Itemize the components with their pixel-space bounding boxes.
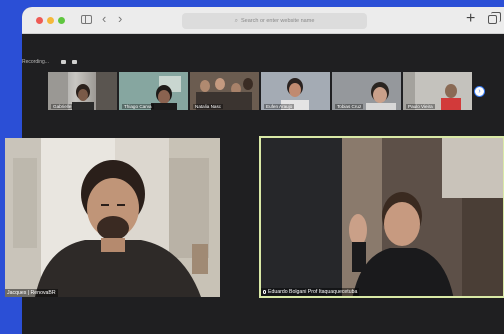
stop-recording-icon[interactable]: [72, 60, 77, 64]
participant-name: Eduardo Bolgani Prof Itaquaquecetuba: [268, 289, 358, 295]
minimize-window-button[interactable]: [47, 17, 54, 24]
participant-name: Thiago Carva: [122, 104, 154, 109]
close-window-button[interactable]: [36, 17, 43, 24]
participant-thumbnail[interactable]: Tobias Cruz: [332, 72, 401, 110]
tab-overview-icon[interactable]: [488, 12, 501, 24]
participant-name: Jacques | RenovaBR: [5, 289, 58, 297]
participant-thumbnail[interactable]: Gabrielle: [48, 72, 117, 110]
participant-name: Tobias Cruz: [335, 104, 364, 109]
recording-status: Recording...: [22, 59, 49, 65]
browser-toolbar: ‹ › ⌕ Search or enter website name +: [22, 7, 504, 34]
back-arrow-icon[interactable]: ‹: [102, 12, 106, 26]
search-icon: ⌕: [234, 17, 238, 24]
new-tab-icon[interactable]: +: [466, 10, 475, 28]
participant-thumbnail[interactable]: Eufen Araujo: [261, 72, 330, 110]
video-tile-left[interactable]: Jacques | RenovaBR: [5, 138, 220, 297]
participant-video: [5, 138, 220, 297]
participant-name: Natalia Nasc: [193, 104, 224, 109]
participant-name-label: Eduardo Bolgani Prof Itaquaquecetuba: [261, 288, 360, 296]
participant-thumbnail[interactable]: Thiago Carva: [119, 72, 188, 110]
address-bar-placeholder: Search or enter website name: [241, 18, 315, 24]
participant-name: Paulo Vieira: [406, 104, 435, 109]
participant-name: Eufen Araujo: [264, 104, 295, 109]
address-bar[interactable]: ⌕ Search or enter website name: [182, 13, 367, 29]
maximize-window-button[interactable]: [58, 17, 65, 24]
video-tile-active-speaker[interactable]: Eduardo Bolgani Prof Itaquaquecetuba: [259, 136, 504, 298]
pause-recording-icon[interactable]: [61, 60, 66, 64]
participant-name: Gabrielle: [51, 104, 74, 109]
participant-thumbnail[interactable]: Natalia Nasc: [190, 72, 259, 110]
strip-next-button[interactable]: ›: [474, 86, 485, 97]
sidebar-toggle-icon[interactable]: [81, 15, 92, 24]
participant-thumbnail[interactable]: Paulo Vieira: [403, 72, 472, 110]
meeting-toolbar: Recording...: [22, 56, 504, 68]
microphone-icon: [263, 289, 266, 294]
forward-arrow-icon[interactable]: ›: [118, 12, 122, 26]
participant-video: [342, 138, 503, 296]
